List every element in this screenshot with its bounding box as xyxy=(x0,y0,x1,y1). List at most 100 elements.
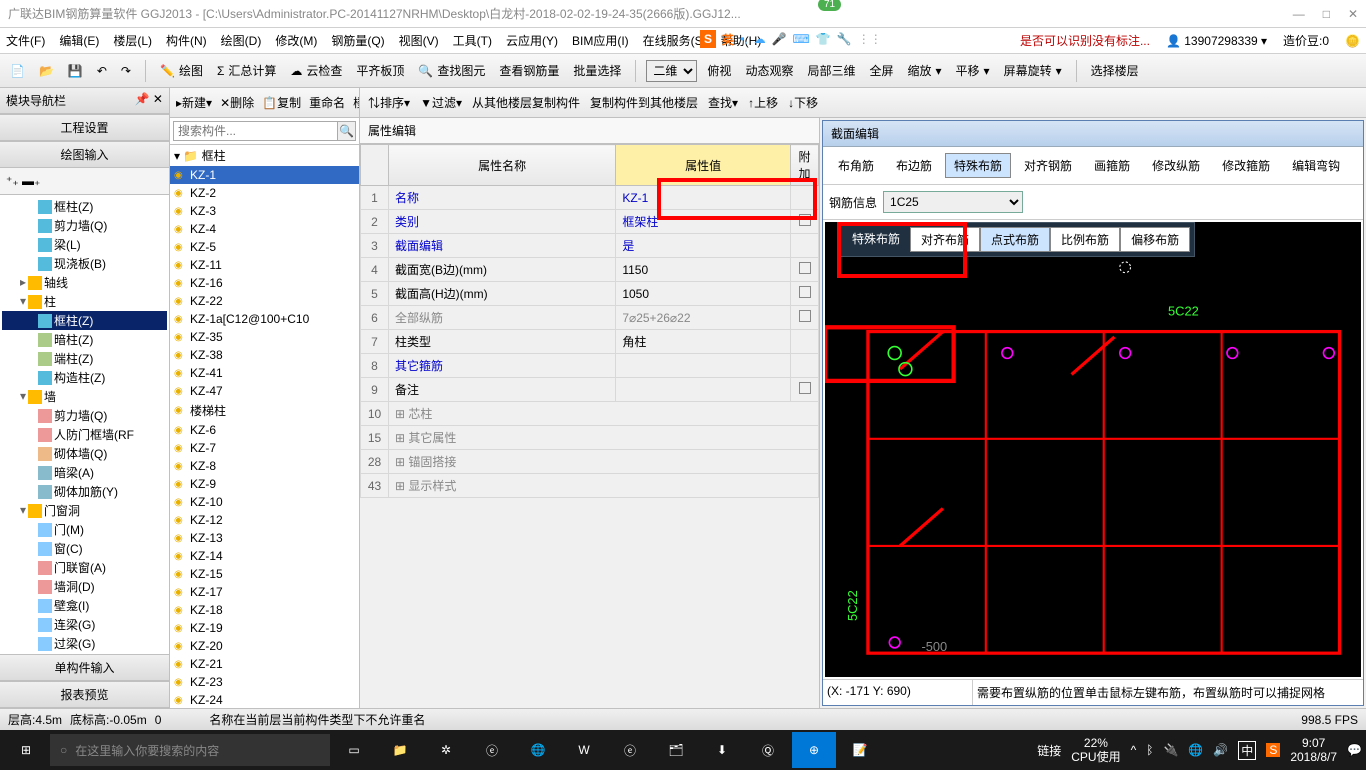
component-item[interactable]: KZ-1 xyxy=(170,166,359,184)
tray-link[interactable]: 链接 xyxy=(1037,742,1061,759)
prop-row[interactable]: 10⊞ 芯柱 xyxy=(361,402,819,426)
prop-row[interactable]: 43⊞ 显示样式 xyxy=(361,474,819,498)
app-explorer-icon[interactable]: 🗂 xyxy=(654,732,698,768)
pin-icon[interactable]: 📌 ✕ xyxy=(135,92,163,109)
pan-button[interactable]: 平移 ▾ xyxy=(952,60,994,81)
section-canvas[interactable]: 特殊布筋 对齐布筋 点式布筋 比例布筋 偏移布筋 xyxy=(825,222,1361,677)
nav-node[interactable]: 暗梁(A) xyxy=(2,463,167,482)
menu-edit[interactable]: 编辑(E) xyxy=(59,32,99,49)
section-tab[interactable]: 布边筋 xyxy=(887,153,941,178)
component-list[interactable]: ▾ 📁 框柱KZ-1KZ-2KZ-3KZ-4KZ-5KZ-11KZ-16KZ-2… xyxy=(170,145,359,708)
subtab-align[interactable]: 对齐布筋 xyxy=(910,227,980,252)
minimize-icon[interactable]: — xyxy=(1293,7,1305,21)
component-item[interactable]: KZ-35 xyxy=(170,328,359,346)
menu-component[interactable]: 构件(N) xyxy=(166,32,207,49)
prop-row[interactable]: 5截面高(H边)(mm)1050 xyxy=(361,282,819,306)
nav-node[interactable]: 门联窗(A) xyxy=(2,558,167,577)
draw-button[interactable]: ✏️绘图 xyxy=(156,60,207,81)
menu-cloud[interactable]: 云应用(Y) xyxy=(506,32,558,49)
app-fan-icon[interactable]: ✲ xyxy=(424,732,468,768)
tray-clock[interactable]: 9:072018/8/7 xyxy=(1290,736,1337,765)
component-item[interactable]: KZ-47 xyxy=(170,382,359,400)
section-tab[interactable]: 画箍筋 xyxy=(1085,153,1139,178)
component-item[interactable]: KZ-10 xyxy=(170,493,359,511)
menu-online[interactable]: 在线服务(S) xyxy=(643,32,707,49)
maximize-icon[interactable]: □ xyxy=(1323,7,1330,21)
partial-3d-button[interactable]: 局部三维 xyxy=(803,60,859,81)
account-label[interactable]: 👤 13907298339 ▾ xyxy=(1166,34,1267,48)
nav-node[interactable]: ▾ 柱 xyxy=(2,292,167,311)
nav-node[interactable]: 人防门框墙(RF xyxy=(2,425,167,444)
nav-tree[interactable]: 框柱(Z) 剪力墙(Q) 梁(L) 现浇板(B)▸ 轴线▾ 柱 框柱(Z) 暗柱… xyxy=(0,195,169,654)
app-folder-icon[interactable]: 📁 xyxy=(378,732,422,768)
sort-button[interactable]: ⇅排序▾ xyxy=(368,94,410,111)
copy-component-button[interactable]: 📋复制 xyxy=(262,94,301,111)
ime-drag-icon[interactable]: ⋮⋮ xyxy=(858,32,882,46)
menu-rebar[interactable]: 钢筋量(Q) xyxy=(331,32,384,49)
save-icon[interactable]: 💾 xyxy=(64,62,87,80)
component-item[interactable]: KZ-9 xyxy=(170,475,359,493)
component-item[interactable]: KZ-12 xyxy=(170,511,359,529)
tab-single-input[interactable]: 单构件输入 xyxy=(0,654,169,681)
component-item[interactable]: KZ-16 xyxy=(170,274,359,292)
prop-row[interactable]: 8其它箍筋 xyxy=(361,354,819,378)
ime-tool-icon[interactable]: 🔧 xyxy=(837,32,852,46)
menu-tool[interactable]: 工具(T) xyxy=(453,32,492,49)
overlook-button[interactable]: 俯视 xyxy=(703,60,735,81)
copy-to-floor-button[interactable]: 复制构件到其他楼层 xyxy=(590,94,698,111)
app-dl-icon[interactable]: ⬇ xyxy=(700,732,744,768)
close-icon[interactable]: ✕ xyxy=(1348,7,1358,21)
component-item[interactable]: KZ-17 xyxy=(170,583,359,601)
property-table[interactable]: 属性名称 属性值 附加 1名称KZ-12类别框架柱3截面编辑是4截面宽(B边)(… xyxy=(360,144,819,498)
component-item[interactable]: KZ-22 xyxy=(170,292,359,310)
prop-row[interactable]: 3截面编辑是 xyxy=(361,234,819,258)
component-item[interactable]: KZ-41 xyxy=(170,364,359,382)
component-item[interactable]: KZ-20 xyxy=(170,637,359,655)
filter-button[interactable]: ▼过滤▾ xyxy=(420,94,462,111)
ime-kbd-icon[interactable]: ⌨ xyxy=(793,32,810,46)
ime-punct-icon[interactable]: •, xyxy=(740,32,748,46)
prop-row[interactable]: 6全部纵筋7⌀25+26⌀22 xyxy=(361,306,819,330)
tray-vol-icon[interactable]: 🔊 xyxy=(1213,743,1228,757)
nav-node[interactable]: 砌体加筋(Y) xyxy=(2,482,167,501)
nav-node[interactable]: 砌体墙(Q) xyxy=(2,444,167,463)
undo-icon[interactable]: ↶ xyxy=(93,62,111,80)
nav-node[interactable]: 壁龛(I) xyxy=(2,596,167,615)
new-icon[interactable]: 📄 xyxy=(6,62,29,80)
app-ie-icon[interactable]: ⓔ xyxy=(608,732,652,768)
cloud-check-button[interactable]: ☁ 云检查 xyxy=(286,60,346,81)
taskbar-search[interactable]: ○ 在这里输入你要搜索的内容 xyxy=(50,734,330,766)
dynamic-view-button[interactable]: 动态观察 xyxy=(741,60,797,81)
component-item[interactable]: KZ-1a[C12@100+C10 xyxy=(170,310,359,328)
copy-from-floor-button[interactable]: 从其他楼层复制构件 xyxy=(472,94,580,111)
fullscreen-button[interactable]: 全屏 xyxy=(865,60,897,81)
nav-node[interactable]: 框柱(Z) xyxy=(2,311,167,330)
nav-node[interactable]: 暗柱(Z) xyxy=(2,330,167,349)
component-item[interactable]: KZ-8 xyxy=(170,457,359,475)
nav-node[interactable]: 墙洞(D) xyxy=(2,577,167,596)
component-item[interactable]: KZ-19 xyxy=(170,619,359,637)
view-rebar-button[interactable]: 查看钢筋量 xyxy=(495,60,563,81)
menu-draw[interactable]: 绘图(D) xyxy=(221,32,262,49)
section-tab[interactable]: 特殊布筋 xyxy=(945,153,1011,178)
nav-node[interactable]: 窗(C) xyxy=(2,539,167,558)
component-item[interactable]: KZ-2 xyxy=(170,184,359,202)
app-active-icon[interactable]: ⊕ xyxy=(792,732,836,768)
tray-net-icon[interactable]: 🌐 xyxy=(1188,743,1203,757)
app-note-icon[interactable]: 📝 xyxy=(838,732,882,768)
app-browser-icon[interactable]: 🌐 xyxy=(516,732,560,768)
nav-node[interactable]: ▾ 墙 xyxy=(2,387,167,406)
component-item[interactable]: KZ-38 xyxy=(170,346,359,364)
app-word-icon[interactable]: W xyxy=(562,732,606,768)
component-item[interactable]: KZ-14 xyxy=(170,547,359,565)
flat-roof-button[interactable]: 平齐板顶 xyxy=(352,60,408,81)
nav-node[interactable]: 剪力墙(Q) xyxy=(2,406,167,425)
new-component-button[interactable]: ▸新建▾ xyxy=(176,94,212,111)
complist-header[interactable]: ▾ 📁 框柱 xyxy=(170,145,359,166)
redo-icon[interactable]: ↷ xyxy=(117,62,135,80)
tray-bt-icon[interactable]: ᛒ xyxy=(1146,743,1153,757)
nav-node[interactable]: ▾ 门窗洞 xyxy=(2,501,167,520)
ime-mic-icon[interactable]: 🎤 xyxy=(772,32,787,46)
component-item[interactable]: KZ-24 xyxy=(170,691,359,708)
menu-bim[interactable]: BIM应用(I) xyxy=(572,32,629,49)
